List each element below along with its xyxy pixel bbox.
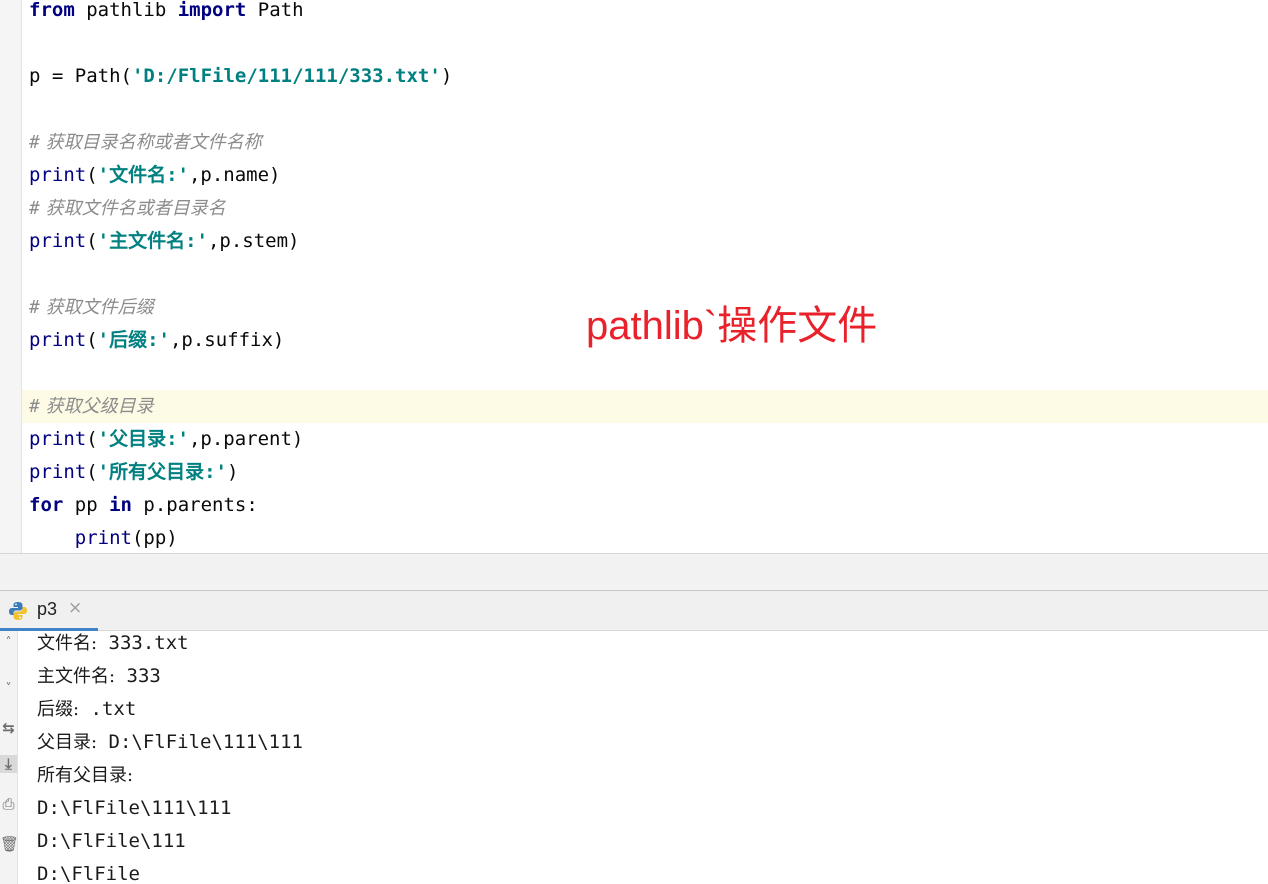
paren-open: ( [86, 164, 98, 186]
console-line: 所有父目录: [37, 759, 133, 792]
code-comment-4-current-line[interactable]: # 获取父级目录 [22, 390, 1268, 423]
code-comment-1[interactable]: # 获取目录名称或者文件名称 [29, 126, 262, 159]
code-comment-2[interactable]: # 获取文件名或者目录名 [29, 192, 226, 225]
code-line-print-suffix[interactable]: print('后缀:',p.suffix) [29, 324, 284, 357]
output-value: 333 [115, 665, 161, 687]
import-name: Path [246, 0, 304, 21]
down-arrow-icon[interactable]: ˅ [0, 681, 17, 695]
run-tab-label: p3 [37, 599, 58, 619]
console-line: D:\FlFile\111\111 [37, 792, 231, 825]
console-line: 父目录: D:\FlFile\111\111 [37, 726, 303, 759]
string-literal: '父目录:' [97, 428, 189, 450]
run-toolbar: ˄ ˅ ⇆ ⤓ ⎙ 🗑 [0, 631, 18, 884]
comment-text: 获取文件名或者目录名 [39, 198, 226, 219]
editor-gutter[interactable] [0, 0, 22, 553]
console-line: D:\FlFile\111 [37, 825, 186, 858]
comment-text: 获取目录名称或者文件名称 [39, 132, 262, 153]
code-comment-3[interactable]: # 获取文件后缀 [29, 291, 154, 324]
code-line-import[interactable]: from pathlib import Path [29, 0, 304, 27]
trash-icon[interactable]: 🗑 [0, 835, 17, 853]
string-literal: '主文件名:' [97, 230, 208, 252]
print-call: print [29, 428, 87, 450]
call-args: ,p.suffix) [169, 329, 285, 351]
code-line-print-name[interactable]: print('文件名:',p.name) [29, 159, 281, 192]
string-literal: '后缀:' [97, 329, 170, 351]
console-line: D:\FlFile [37, 858, 140, 884]
panel-splitter[interactable] [0, 553, 1268, 591]
keyword-for: for [29, 494, 64, 516]
output-value: D:\FlFile\111\111 [97, 731, 303, 753]
print-call: print [29, 230, 87, 252]
paren-open: ( [86, 428, 98, 450]
console-output[interactable]: 文件名: 333.txt 主文件名: 333 后缀: .txt 父目录: D:\… [18, 631, 1268, 884]
code-line-path[interactable]: p = Path('D:/FlFile/111/111/333.txt') [29, 60, 452, 93]
call-args: ,p.parent) [188, 428, 304, 450]
print-call: print [29, 164, 87, 186]
code-line-for-loop[interactable]: for pp in p.parents: [29, 489, 258, 522]
keyword-in: in [109, 494, 132, 516]
paren-open: ( [86, 461, 98, 483]
console-line: 文件名: 333.txt [37, 631, 189, 660]
call-args: ,p.name) [188, 164, 281, 186]
keyword-from: from [29, 0, 75, 21]
print-icon[interactable]: ⎙ [0, 795, 17, 813]
output-label: 后缀: [37, 699, 80, 720]
paren-close: ) [440, 65, 453, 87]
red-annotation-text: pathlib`操作文件 [586, 304, 878, 348]
call-args: ) [226, 461, 239, 483]
close-icon[interactable]: × [68, 598, 82, 618]
output-label: 主文件名: [37, 666, 116, 687]
run-tab-p3[interactable]: p3 × [0, 591, 98, 631]
paren-open: ( [86, 329, 98, 351]
comment-text: 获取文件后缀 [39, 297, 154, 318]
code-line-print-stem[interactable]: print('主文件名:',p.stem) [29, 225, 300, 258]
output-value: D:\FlFile\111\111 [37, 797, 232, 819]
comment-hash: # [29, 297, 40, 318]
call-args: ,p.stem) [207, 230, 300, 252]
print-call: print [29, 329, 87, 351]
output-value: .txt [79, 698, 137, 720]
loop-var: pp [63, 494, 110, 516]
rerun-icon[interactable]: ⇆ [0, 719, 17, 737]
print-call: print [29, 461, 87, 483]
path-assign: p = Path( [29, 65, 132, 87]
output-label: 文件名: [37, 633, 98, 654]
keyword-import: import [177, 0, 247, 21]
comment-hash: # [29, 198, 40, 219]
code-line-print-pp[interactable]: print(pp) [29, 522, 178, 553]
up-arrow-icon[interactable]: ˄ [0, 635, 17, 649]
comment-hash: # [29, 396, 40, 417]
path-string: 'D:/FlFile/111/111/333.txt' [131, 65, 441, 87]
paren-open: ( [86, 230, 98, 252]
string-literal: '文件名:' [97, 164, 189, 186]
python-icon [9, 602, 27, 620]
code-line-print-parent[interactable]: print('父目录:',p.parent) [29, 423, 303, 456]
call-args: (pp) [131, 527, 178, 549]
code-line-print-parents-label[interactable]: print('所有父目录:') [29, 456, 238, 489]
output-value: 333.txt [97, 632, 189, 654]
module-name: pathlib [74, 0, 178, 21]
comment-text: 获取父级目录 [39, 396, 154, 417]
console-line: 后缀: .txt [37, 693, 136, 726]
string-literal: '所有父目录:' [97, 461, 227, 483]
scroll-to-end-icon[interactable]: ⤓ [0, 755, 17, 773]
loop-iterable: p.parents: [131, 494, 258, 516]
print-call: print [74, 527, 132, 549]
console-line: 主文件名: 333 [37, 660, 161, 693]
comment-hash: # [29, 132, 40, 153]
output-value: D:\FlFile\111 [37, 830, 186, 852]
code-editor[interactable]: from pathlib import Path p = Path('D:/Fl… [0, 0, 1268, 553]
output-value: D:\FlFile [37, 863, 140, 884]
run-tab-bar: p3 × [0, 591, 1268, 631]
output-label: 父目录: [37, 732, 98, 753]
output-label: 所有父目录: [37, 765, 134, 786]
